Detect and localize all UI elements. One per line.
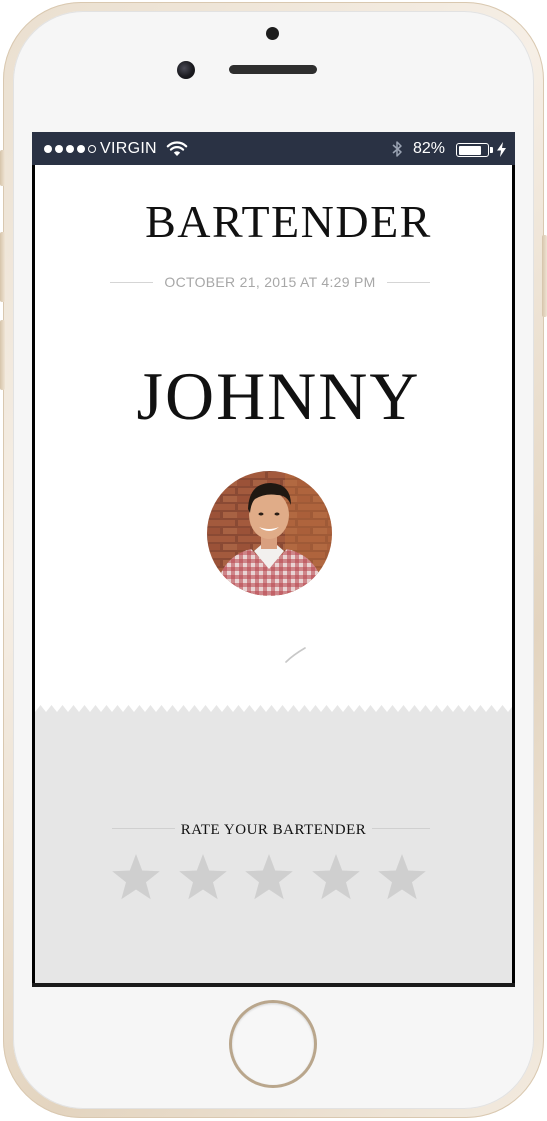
divider bbox=[387, 282, 430, 283]
bartender-name: JOHNNY bbox=[136, 358, 421, 434]
page-title: BARTENDER bbox=[145, 196, 432, 247]
wifi-icon bbox=[166, 141, 188, 156]
signal-dot bbox=[77, 145, 85, 153]
star-icon[interactable] bbox=[110, 853, 162, 903]
front-camera-icon bbox=[177, 61, 195, 79]
star-icon[interactable] bbox=[177, 853, 229, 903]
date-row: OCTOBER 21, 2015 AT 4:29 PM bbox=[110, 271, 430, 295]
bluetooth-icon bbox=[392, 141, 402, 157]
signal-dot bbox=[88, 145, 96, 153]
signal-dot bbox=[44, 145, 52, 153]
front-sensor bbox=[266, 27, 279, 40]
star-icon[interactable] bbox=[243, 853, 295, 903]
signal-strength-icon bbox=[44, 145, 96, 153]
status-bar: VIRGIN 82% bbox=[32, 132, 515, 165]
signal-dot bbox=[66, 145, 74, 153]
volume-down-button bbox=[0, 320, 5, 390]
power-button bbox=[542, 235, 547, 317]
star-icon[interactable] bbox=[376, 853, 428, 903]
rating-label-text: RATE YOUR BARTENDER bbox=[174, 822, 373, 838]
receipt-content: BARTENDER OCTOBER 21, 2015 AT 4:29 PM JO… bbox=[35, 165, 512, 983]
star-icon[interactable] bbox=[310, 853, 362, 903]
pen-stroke-mark bbox=[285, 647, 306, 663]
rating-label: RATE YOUR BARTENDER bbox=[35, 822, 512, 839]
screen: VIRGIN 82% BARTENDER OCTOBER 21, 2015 AT… bbox=[32, 132, 515, 987]
screen-bottom-edge bbox=[32, 983, 515, 987]
star-rating[interactable] bbox=[110, 853, 435, 903]
carrier-name: VIRGIN bbox=[100, 140, 157, 157]
avatar-photo bbox=[207, 471, 332, 596]
charging-icon bbox=[497, 142, 506, 157]
rating-panel: RATE YOUR BARTENDER bbox=[35, 705, 512, 983]
earpiece-speaker bbox=[229, 65, 317, 74]
order-date: OCTOBER 21, 2015 AT 4:29 PM bbox=[164, 274, 376, 290]
battery-level-fill bbox=[458, 145, 482, 155]
torn-paper-edge bbox=[35, 705, 512, 983]
signal-dot bbox=[55, 145, 63, 153]
mute-switch bbox=[0, 150, 5, 186]
bartender-avatar bbox=[207, 471, 332, 596]
battery-cap bbox=[490, 147, 493, 153]
volume-up-button bbox=[0, 232, 5, 302]
battery-icon bbox=[456, 143, 489, 157]
home-button[interactable] bbox=[229, 1000, 317, 1088]
battery-percent: 82% bbox=[413, 140, 446, 157]
